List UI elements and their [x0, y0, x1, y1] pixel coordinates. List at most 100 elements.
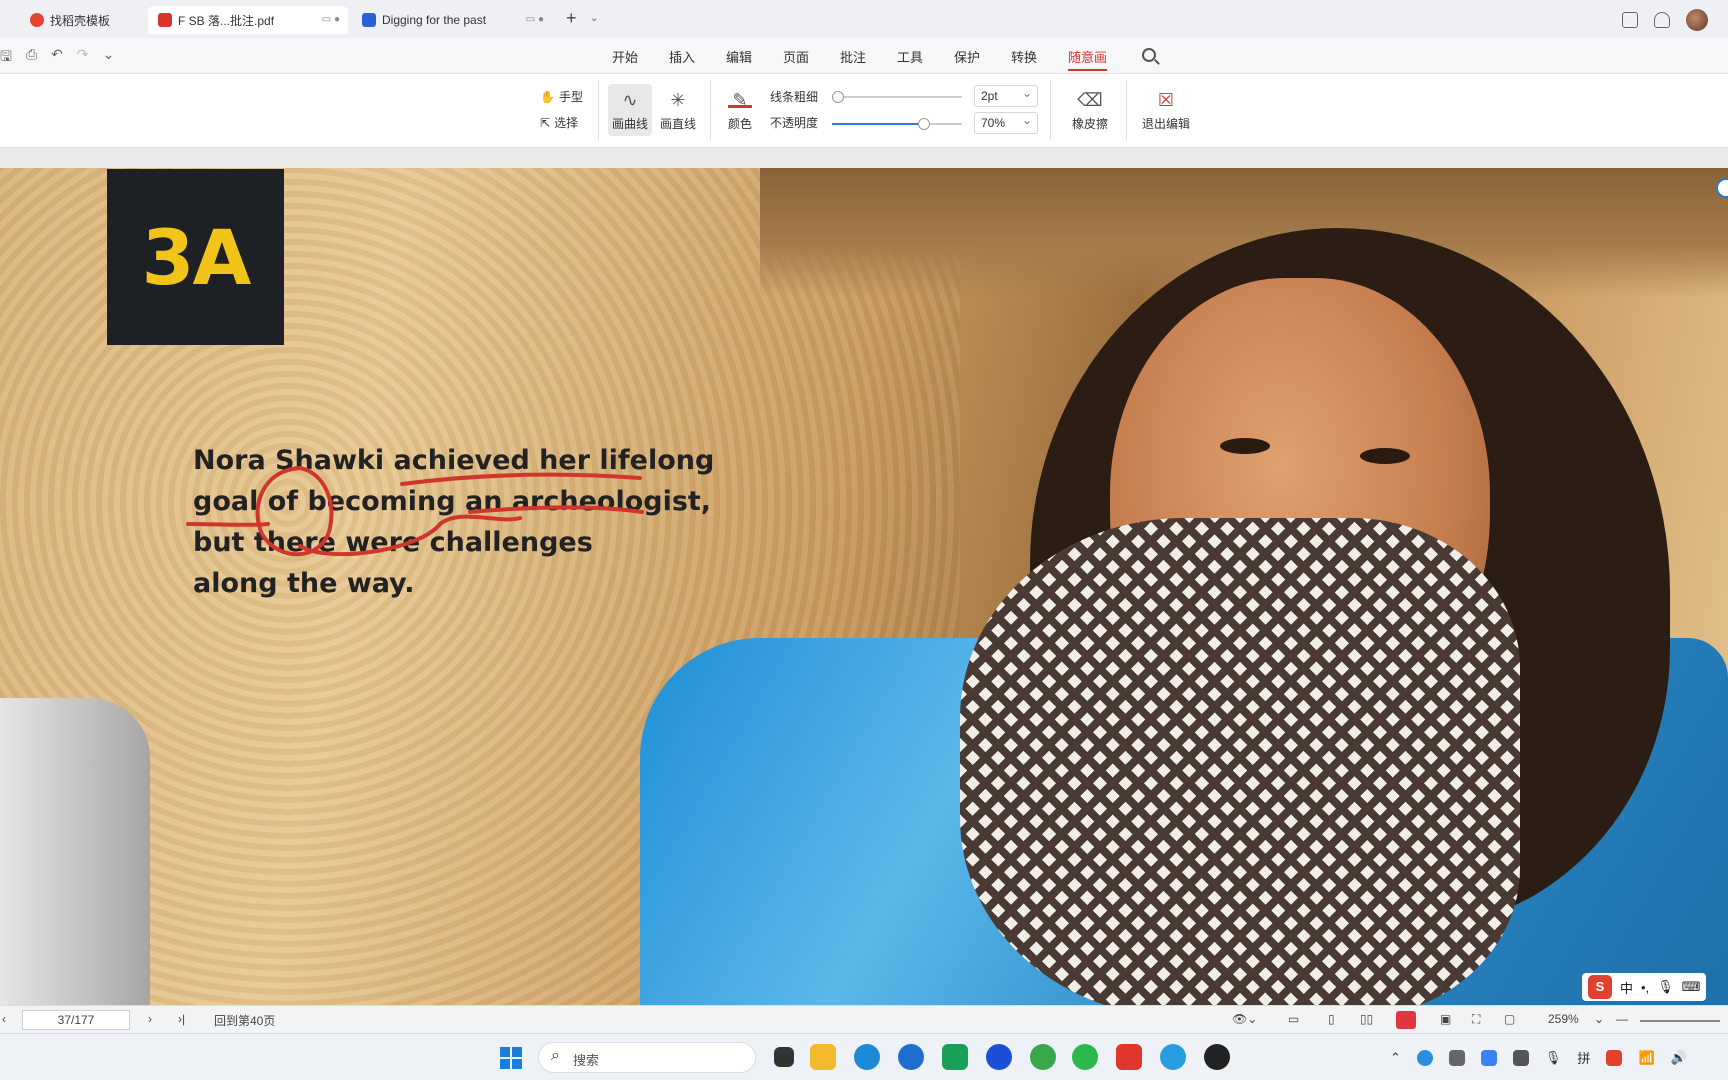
line-width-select[interactable]: 2pt — [974, 85, 1038, 107]
edge-icon[interactable] — [854, 1044, 880, 1070]
punctuation-icon[interactable]: •, — [1641, 980, 1649, 995]
page-caption[interactable]: Nora Shawki achieved her lifelong goal o… — [193, 440, 714, 604]
divider — [710, 80, 711, 140]
taskbar-search[interactable]: 搜索 — [538, 1042, 756, 1073]
record-icon[interactable] — [1396, 1011, 1416, 1029]
microphone-icon[interactable]: 🎙 — [1545, 1050, 1562, 1066]
menu-edit[interactable]: 编辑 — [726, 47, 783, 71]
tab-label: F SB 落...批注.pdf — [178, 13, 275, 28]
layout-icon[interactable]: ▣ — [1440, 1012, 1451, 1026]
close-icon: ☒ — [1157, 90, 1175, 110]
eraser-button[interactable]: ⌫ 橡皮擦 — [1062, 84, 1118, 136]
tab-label: Digging for the past — [382, 13, 487, 27]
media-player-icon[interactable] — [1204, 1044, 1230, 1070]
two-page-icon[interactable]: ▯▯ — [1360, 1012, 1373, 1026]
zoom-slider[interactable] — [1640, 1020, 1720, 1022]
chevron-down-icon[interactable]: ⌄ — [590, 13, 598, 24]
exit-edit-button[interactable]: ☒ 退出编辑 — [1136, 84, 1196, 136]
menu-home[interactable]: 开始 — [612, 47, 669, 71]
search-icon[interactable] — [1142, 48, 1156, 62]
line-icon: ✳ — [670, 90, 686, 110]
menu-freehand-draw[interactable]: 随意画 — [1068, 47, 1108, 71]
document-viewport[interactable]: 3A Nora Shawki achieved her lifelong goa… — [0, 148, 1728, 1005]
ie-icon[interactable] — [898, 1044, 924, 1070]
save-icon[interactable]: 🖫 — [0, 46, 12, 70]
tab-pdf-document[interactable]: F SB 落...批注.pdf ▭ ● — [148, 6, 348, 34]
caption-line[interactable]: goal of becoming an archeologist, — [193, 481, 713, 522]
task-view-icon[interactable] — [774, 1047, 794, 1067]
menu-insert[interactable]: 插入 — [669, 47, 726, 71]
ime-mode[interactable]: 中 — [1620, 978, 1633, 997]
slider-knob[interactable] — [918, 118, 930, 130]
chat-icon[interactable] — [1160, 1044, 1186, 1070]
windows-start-icon[interactable] — [500, 1047, 522, 1069]
chevron-down-icon[interactable]: ⌄ — [103, 46, 115, 70]
redo-icon[interactable]: ↷ — [77, 46, 89, 70]
layout-icon[interactable] — [1622, 12, 1638, 28]
security-icon[interactable] — [1480, 1049, 1497, 1066]
menu-tools[interactable]: 工具 — [897, 47, 954, 71]
select-tool[interactable]: ⇱ 选择 — [540, 114, 578, 131]
print-icon[interactable]: ⎙ — [26, 46, 37, 70]
tab-word-document[interactable]: Digging for the past ▭ ● — [352, 6, 552, 34]
file-explorer-icon[interactable] — [810, 1044, 836, 1070]
undo-icon[interactable]: ↶ — [51, 46, 63, 70]
ime-toolbar[interactable]: S 中 •, 🎙 ⌨ — [1582, 973, 1707, 1001]
fit-page-icon[interactable]: ▭ — [1288, 1012, 1299, 1026]
caption-line[interactable]: but there were challenges — [193, 522, 713, 563]
pdf-page[interactable]: 3A Nora Shawki achieved her lifelong goa… — [0, 168, 1728, 1005]
single-page-icon[interactable]: ▯ — [1328, 1012, 1335, 1026]
caption-line[interactable]: Nora Shawki achieved her lifelong — [193, 440, 714, 481]
wps-icon[interactable] — [1116, 1044, 1142, 1070]
docer-icon — [30, 13, 44, 27]
tab-bar: 找稻壳模板 F SB 落...批注.pdf ▭ ● Digging for th… — [0, 0, 1728, 38]
onedrive-icon[interactable] — [1416, 1049, 1433, 1066]
status-bar: ‹ 37/177 › ›| 回到第40页 👁⌄ ▭ ▯ ▯▯ ▣ ⛶ ▢ 259… — [0, 1005, 1728, 1033]
draw-curve-button[interactable]: ∿ 画曲线 — [608, 84, 652, 136]
new-tab-icon[interactable]: + — [566, 8, 577, 29]
divider — [598, 80, 599, 140]
mail-icon[interactable] — [942, 1044, 968, 1070]
keyboard-icon[interactable]: ⌨ — [1682, 979, 1701, 995]
tab-docer-templates[interactable]: 找稻壳模板 — [20, 6, 144, 34]
menu-annotate[interactable]: 批注 — [840, 47, 897, 71]
fullscreen-icon[interactable]: ⛶ — [1472, 1012, 1480, 1027]
eye-image — [1220, 438, 1270, 454]
draw-line-button[interactable]: ✳ 画直线 — [656, 84, 700, 136]
opacity-slider[interactable] — [832, 118, 962, 130]
opacity-select[interactable]: 70% — [974, 112, 1038, 134]
last-page-icon[interactable]: ›| — [178, 1012, 185, 1026]
goto-page-link[interactable]: 回到第40页 — [214, 1012, 275, 1029]
zoom-out-icon[interactable]: — — [1616, 1012, 1628, 1026]
avatar[interactable] — [1686, 9, 1708, 31]
hand-tool[interactable]: ✋ 手型 — [540, 88, 583, 105]
zoom-level[interactable]: 259% — [1548, 1012, 1579, 1026]
wechat-icon[interactable] — [1072, 1044, 1098, 1070]
microphone-icon[interactable]: 🎙 — [1657, 979, 1674, 995]
menu-page[interactable]: 页面 — [783, 47, 840, 71]
color-picker-button[interactable]: ✎ 颜色 — [718, 84, 762, 136]
sync-icon[interactable] — [1512, 1049, 1529, 1066]
slider-knob[interactable] — [832, 91, 844, 103]
app-l-icon[interactable] — [986, 1044, 1012, 1070]
chevron-down-icon[interactable]: ⌄ — [1594, 1012, 1604, 1026]
reading-mode-icon[interactable]: ▢ — [1504, 1012, 1515, 1026]
opacity-label: 不透明度 — [770, 116, 819, 130]
line-width-slider[interactable] — [832, 91, 962, 103]
next-page-icon[interactable]: › — [148, 1012, 152, 1026]
wifi-icon[interactable]: 📶 — [1638, 1050, 1654, 1066]
menu-protect[interactable]: 保护 — [954, 47, 1011, 71]
page-number-input[interactable]: 37/177 — [22, 1010, 130, 1030]
green-app-icon[interactable] — [1030, 1044, 1056, 1070]
chevron-up-icon[interactable]: ⌃ — [1390, 1050, 1401, 1066]
caption-line[interactable]: along the way. — [193, 563, 713, 604]
eye-icon[interactable]: 👁⌄ — [1232, 1012, 1257, 1026]
menu-convert[interactable]: 转换 — [1011, 47, 1068, 71]
cube-icon[interactable] — [1654, 12, 1670, 28]
input-method-icon[interactable]: 拼 — [1577, 1048, 1590, 1067]
hand-icon: ✋ — [540, 89, 555, 104]
sogou-tray-icon[interactable] — [1606, 1049, 1623, 1066]
chevron-left-icon[interactable]: ‹ — [2, 1012, 6, 1026]
cloud-icon[interactable] — [1448, 1049, 1465, 1066]
volume-icon[interactable]: 🔊 — [1671, 1050, 1687, 1066]
